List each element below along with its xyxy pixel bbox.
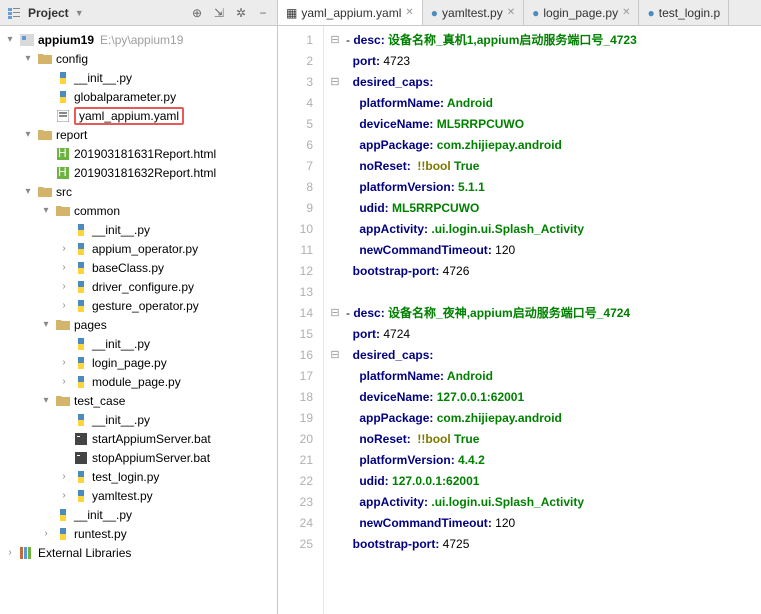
tab-yaml-appium[interactable]: ▦yaml_appium.yaml✕ [278, 0, 423, 25]
python-icon [73, 355, 89, 371]
html-icon: H [55, 165, 71, 181]
tree-file[interactable]: ›appium_operator.py [0, 239, 277, 258]
tree-file[interactable]: __init__.py [0, 505, 277, 524]
tree-external-libs[interactable]: ›External Libraries [0, 543, 277, 562]
python-icon [73, 412, 89, 428]
python-icon [73, 374, 89, 390]
tree-folder-report[interactable]: ▾report [0, 125, 277, 144]
folder-icon [37, 127, 53, 143]
python-icon [55, 526, 71, 542]
folder-icon [55, 203, 71, 219]
tree-folder-common[interactable]: ▾common [0, 201, 277, 220]
tree-file[interactable]: ›gesture_operator.py [0, 296, 277, 315]
project-title: Project [28, 6, 69, 20]
editor-tabs: ▦yaml_appium.yaml✕ ●yamltest.py✕ ●login_… [278, 0, 761, 26]
hide-icon[interactable]: − [255, 5, 271, 21]
python-icon [73, 279, 89, 295]
project-tree[interactable]: ▾appium19E:\py\appium19 ▾config __init__… [0, 26, 277, 614]
yaml-icon: ▦ [286, 6, 297, 20]
tree-file[interactable]: ›login_page.py [0, 353, 277, 372]
tree-file[interactable]: ›baseClass.py [0, 258, 277, 277]
close-icon[interactable]: ✕ [405, 7, 413, 18]
python-icon [73, 260, 89, 276]
svg-text:H: H [58, 148, 67, 160]
bat-icon [73, 431, 89, 447]
python-icon: ● [532, 6, 539, 20]
tree-file[interactable]: ›yamltest.py [0, 486, 277, 505]
tree-file[interactable]: ›runtest.py [0, 524, 277, 543]
dropdown-icon[interactable]: ▼ [75, 8, 84, 18]
module-icon [19, 32, 35, 48]
folder-icon [55, 317, 71, 333]
tree-folder-src[interactable]: ▾src [0, 182, 277, 201]
python-icon [55, 70, 71, 86]
python-icon [73, 241, 89, 257]
html-icon: H [55, 146, 71, 162]
python-icon [73, 488, 89, 504]
code-editor[interactable]: 1234567891011121314151617181920212223242… [278, 26, 761, 614]
gear-icon[interactable]: ✲ [233, 5, 249, 21]
tree-root[interactable]: ▾appium19E:\py\appium19 [0, 30, 277, 49]
project-toolbar: Project ▼ ⊕ ⇲ ✲ − [0, 0, 277, 26]
tab-test-login[interactable]: ●test_login.p [639, 0, 729, 25]
line-gutter: 1234567891011121314151617181920212223242… [278, 26, 324, 614]
tree-file[interactable]: ›module_page.py [0, 372, 277, 391]
tree-file[interactable]: H201903181632Report.html [0, 163, 277, 182]
tab-login-page[interactable]: ●login_page.py✕ [524, 0, 639, 25]
python-icon [73, 222, 89, 238]
tree-file[interactable]: H201903181631Report.html [0, 144, 277, 163]
close-icon[interactable]: ✕ [622, 7, 630, 18]
folder-icon [55, 393, 71, 409]
tree-file-yaml-appium[interactable]: yaml_appium.yaml [0, 106, 277, 125]
code-content[interactable]: - desc: 设备名称_真机1,appium启动服务端口号_4723 port… [346, 26, 761, 614]
close-icon[interactable]: ✕ [507, 7, 515, 18]
tree-folder-testcase[interactable]: ▾test_case [0, 391, 277, 410]
python-icon [73, 298, 89, 314]
fold-gutter: ⊟⊟⊟⊟ [324, 26, 346, 614]
project-icon [6, 5, 22, 21]
python-icon: ● [431, 6, 438, 20]
tab-yamltest[interactable]: ●yamltest.py✕ [423, 0, 524, 25]
yaml-icon [55, 108, 71, 124]
tree-file[interactable]: startAppiumServer.bat [0, 429, 277, 448]
bat-icon [73, 450, 89, 466]
tree-file[interactable]: __init__.py [0, 220, 277, 239]
tree-file[interactable]: __init__.py [0, 68, 277, 87]
python-icon [55, 507, 71, 523]
tree-file[interactable]: __init__.py [0, 410, 277, 429]
tree-file[interactable]: ›test_login.py [0, 467, 277, 486]
editor-area: ▦yaml_appium.yaml✕ ●yamltest.py✕ ●login_… [278, 0, 761, 614]
python-icon [55, 89, 71, 105]
collapse-icon[interactable]: ⇲ [211, 5, 227, 21]
library-icon [19, 545, 35, 561]
svg-text:H: H [58, 167, 67, 179]
target-icon[interactable]: ⊕ [189, 5, 205, 21]
tree-file[interactable]: __init__.py [0, 334, 277, 353]
tree-folder-config[interactable]: ▾config [0, 49, 277, 68]
folder-icon [37, 184, 53, 200]
tree-file[interactable]: globalparameter.py [0, 87, 277, 106]
python-icon [73, 469, 89, 485]
python-icon: ● [647, 6, 654, 20]
folder-icon [37, 51, 53, 67]
python-icon [73, 336, 89, 352]
tree-folder-pages[interactable]: ▾pages [0, 315, 277, 334]
tree-file[interactable]: ›driver_configure.py [0, 277, 277, 296]
tree-file[interactable]: stopAppiumServer.bat [0, 448, 277, 467]
project-sidebar: Project ▼ ⊕ ⇲ ✲ − ▾appium19E:\py\appium1… [0, 0, 278, 614]
